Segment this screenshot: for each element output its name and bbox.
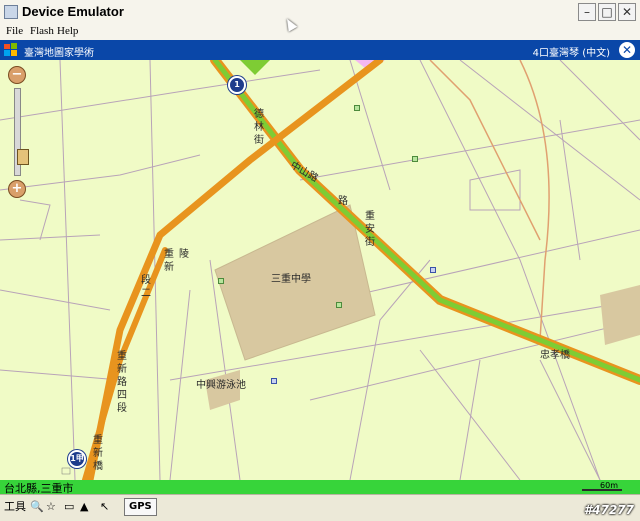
device-top-bar: 臺灣地圖家學術 4口臺灣琴 (中文) ✕ <box>0 40 640 60</box>
close-button[interactable]: ✕ <box>618 3 636 21</box>
highway-shield-1: 1 <box>228 76 246 94</box>
app-icon <box>4 5 18 19</box>
label-road-xin: 重新 <box>164 249 174 273</box>
zoom-in-button[interactable]: + <box>8 180 26 198</box>
zoom-slider-thumb[interactable] <box>17 149 29 165</box>
poi-marker[interactable] <box>218 278 224 284</box>
book-icon[interactable]: ▭ <box>64 499 74 515</box>
poi-marker[interactable] <box>354 105 360 111</box>
label-road-bei: 重新橋 <box>93 435 103 472</box>
label-pool: 中興游泳池 <box>196 380 246 391</box>
map-canvas <box>0 60 640 480</box>
poi-marker-blue[interactable] <box>430 267 436 273</box>
pointer-icon[interactable]: ↖ <box>100 499 109 515</box>
label-road-lu: 陵 <box>179 249 189 260</box>
watermark-text: #47277 <box>583 503 634 517</box>
menu-bar: File Flash Help <box>0 25 640 40</box>
tools-menu[interactable]: 工具 <box>4 499 26 515</box>
zoom-out-button[interactable]: − <box>8 66 26 84</box>
label-road-jie: 段二 <box>141 275 151 299</box>
label-road-xi: 德林街 <box>254 109 264 146</box>
map-view[interactable]: − + 1 1甲 三重中學 中興游泳池 忠孝橋 德林街 中山路 路 重安街 重新… <box>0 60 640 480</box>
gps-button[interactable]: GPS <box>124 498 157 516</box>
poi-marker[interactable] <box>336 302 342 308</box>
device-app-title: 臺灣地圖家學術 <box>24 48 94 59</box>
map-scale: 60m <box>582 481 623 491</box>
device-close-button[interactable]: ✕ <box>619 42 635 58</box>
zoom-slider-track[interactable] <box>14 88 29 176</box>
windows-start-icon[interactable] <box>3 42 19 58</box>
maximize-button[interactable]: □ <box>598 3 616 21</box>
device-status-text[interactable]: 4口臺灣琴 (中文) <box>533 44 610 59</box>
label-road-chongan: 重安街 <box>365 211 375 248</box>
minimize-button[interactable]: – <box>578 3 596 21</box>
label-road-chongxin: 重新路四段 <box>117 351 127 414</box>
poi-marker-blue[interactable] <box>271 378 277 384</box>
menu-file[interactable]: File <box>6 25 23 37</box>
label-school: 三重中學 <box>271 274 311 285</box>
bottom-toolbar: 工具 🔍 ☆ ▭ ▲ ↖ GPS #47277 <box>0 494 640 521</box>
menu-help[interactable]: Help <box>57 25 78 37</box>
highway-shield-1a: 1甲 <box>68 450 86 468</box>
label-bridge: 忠孝橋 <box>540 350 570 361</box>
poi-marker[interactable] <box>412 156 418 162</box>
window-title: Device Emulator <box>22 4 124 19</box>
menu-flash[interactable]: Flash <box>30 25 54 37</box>
route-icon[interactable]: ▲ <box>80 499 88 515</box>
search-icon[interactable]: 🔍 <box>30 499 44 515</box>
label-road-side: 路 <box>338 196 348 207</box>
star-icon[interactable]: ☆ <box>46 499 56 515</box>
location-bar: 台北縣,三重市 60m <box>0 480 640 495</box>
window-titlebar[interactable]: Device Emulator – □ ✕ <box>0 0 640 26</box>
